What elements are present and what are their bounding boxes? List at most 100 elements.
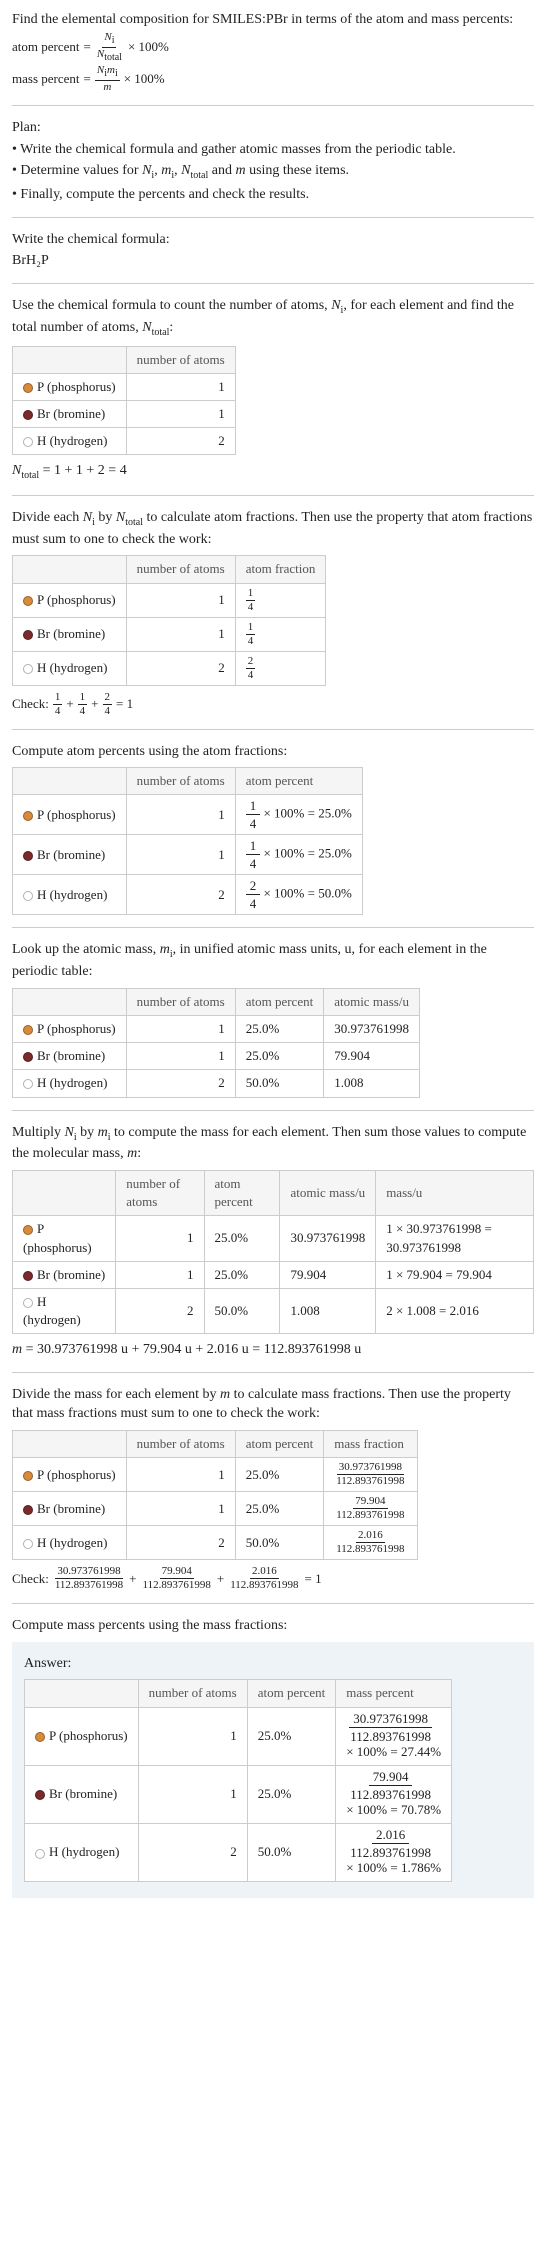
element-cell: H (hydrogen) bbox=[13, 1070, 127, 1097]
plan-title: Plan: bbox=[12, 118, 534, 138]
table-row: P (phosphorus)125.0%30.973761998112.8937… bbox=[13, 1458, 418, 1492]
table-row: Br (bromine)114 bbox=[13, 617, 326, 651]
table-row: P (phosphorus)125.0%30.9737619981 × 30.9… bbox=[13, 1216, 534, 1261]
element-cell: P (phosphorus) bbox=[13, 1458, 127, 1492]
element-swatch bbox=[23, 383, 33, 393]
element-cell: Br (bromine) bbox=[13, 617, 127, 651]
element-swatch bbox=[23, 664, 33, 674]
plan-bullet-2: • Determine values for Ni, mi, Ntotal an… bbox=[12, 161, 534, 183]
table-row: P (phosphorus)125.0%30.973761998112.8937… bbox=[25, 1707, 452, 1765]
mass-fractions-section: Divide the mass for each element by m to… bbox=[12, 1385, 534, 1591]
table-row: P (phosphorus)125.0%30.973761998 bbox=[13, 1016, 420, 1043]
element-swatch bbox=[35, 1849, 45, 1859]
element-cell: Br (bromine) bbox=[13, 835, 127, 875]
table-row: H (hydrogen)250.0%1.0082 × 1.008 = 2.016 bbox=[13, 1288, 534, 1333]
divider bbox=[12, 495, 534, 496]
element-swatch bbox=[23, 1539, 33, 1549]
element-cell: H (hydrogen) bbox=[25, 1823, 139, 1881]
chem-formula-value: BrH₂P bbox=[12, 251, 534, 271]
divider bbox=[12, 1603, 534, 1604]
element-swatch bbox=[23, 630, 33, 640]
atomic-mass-section: Look up the atomic mass, mi, in unified … bbox=[12, 940, 534, 1097]
element-swatch bbox=[23, 891, 33, 901]
element-cell: P (phosphorus) bbox=[13, 373, 127, 400]
count-atoms-text: Use the chemical formula to count the nu… bbox=[12, 296, 534, 340]
divider bbox=[12, 1372, 534, 1373]
element-cell: P (phosphorus) bbox=[13, 795, 127, 835]
plan-section: Plan: • Write the chemical formula and g… bbox=[12, 118, 534, 205]
chem-formula-section: Write the chemical formula: BrH₂P bbox=[12, 230, 534, 271]
element-swatch bbox=[23, 1052, 33, 1062]
table-row: Br (bromine)125.0%79.904 bbox=[13, 1043, 420, 1070]
table-row: P (phosphorus)114 bbox=[13, 583, 326, 617]
element-swatch bbox=[23, 410, 33, 420]
table-row: Br (bromine)125.0%79.904112.893761998 bbox=[13, 1492, 418, 1526]
element-cell: P (phosphorus) bbox=[13, 1016, 127, 1043]
element-swatch bbox=[23, 811, 33, 821]
m-total-eq: m = 30.973761998 u + 79.904 u + 2.016 u … bbox=[12, 1340, 534, 1360]
element-swatch bbox=[23, 1298, 33, 1308]
mass-fractions-check: Check: 30.973761998112.893761998 + 79.90… bbox=[12, 1566, 534, 1591]
element-swatch bbox=[35, 1732, 45, 1742]
n-atoms: 1 bbox=[126, 373, 235, 400]
divider bbox=[12, 105, 534, 106]
element-swatch bbox=[23, 1225, 33, 1235]
plan-bullet-3: • Finally, compute the percents and chec… bbox=[12, 185, 534, 205]
table-row: Br (bromine)125.0%79.904112.893761998× 1… bbox=[25, 1765, 452, 1823]
table-row: P (phosphorus)114 × 100% = 25.0% bbox=[13, 795, 363, 835]
element-swatch bbox=[23, 1471, 33, 1481]
table-row: H (hydrogen)224 × 100% = 50.0% bbox=[13, 875, 363, 915]
table-row: P (phosphorus)1 bbox=[13, 373, 236, 400]
element-swatch bbox=[23, 437, 33, 447]
intro-text: Find the elemental composition for SMILE… bbox=[12, 10, 534, 30]
element-cell: P (phosphorus) bbox=[13, 1216, 116, 1261]
table-row: H (hydrogen)250.0%1.008 bbox=[13, 1070, 420, 1097]
element-swatch bbox=[23, 1079, 33, 1089]
table-row: Br (bromine)125.0%79.9041 × 79.904 = 79.… bbox=[13, 1261, 534, 1288]
count-atoms-section: Use the chemical formula to count the nu… bbox=[12, 296, 534, 483]
atom-percents-section: Compute atom percents using the atom fra… bbox=[12, 742, 534, 916]
element-swatch bbox=[23, 596, 33, 606]
atom-fractions-check: Check: 14 + 14 + 24 = 1 bbox=[12, 692, 534, 717]
table-row: H (hydrogen)250.0%2.016112.893761998 bbox=[13, 1526, 418, 1560]
divider bbox=[12, 1110, 534, 1111]
table-row: H (hydrogen)2 bbox=[13, 428, 236, 455]
element-cell: Br (bromine) bbox=[13, 400, 127, 427]
element-cell: Br (bromine) bbox=[13, 1261, 116, 1288]
element-cell: H (hydrogen) bbox=[13, 428, 127, 455]
fraction: Nimi m bbox=[95, 65, 120, 93]
divider bbox=[12, 217, 534, 218]
element-swatch bbox=[23, 1271, 33, 1281]
atom-percents-table: number of atomsatom percent P (phosphoru… bbox=[12, 767, 363, 915]
divider bbox=[12, 729, 534, 730]
n-atoms: 1 bbox=[126, 400, 235, 427]
element-cell: H (hydrogen) bbox=[13, 1526, 127, 1560]
element-cell: Br (bromine) bbox=[13, 1492, 127, 1526]
mass-fractions-text: Divide the mass for each element by m to… bbox=[12, 1385, 534, 1424]
molecular-mass-table: number of atomsatom percentatomic mass/u… bbox=[12, 1170, 534, 1334]
atomic-mass-table: number of atomsatom percentatomic mass/u… bbox=[12, 988, 420, 1098]
divider bbox=[12, 283, 534, 284]
ntotal-eq: Ntotal = 1 + 1 + 2 = 4 bbox=[12, 461, 534, 483]
table-row: Br (bromine)1 bbox=[13, 400, 236, 427]
divider bbox=[12, 927, 534, 928]
mass-fractions-table: number of atomsatom percentmass fraction… bbox=[12, 1430, 418, 1560]
element-swatch bbox=[35, 1790, 45, 1800]
intro-section: Find the elemental composition for SMILE… bbox=[12, 10, 534, 93]
fraction: Ni Ntotal bbox=[95, 32, 124, 63]
plan-bullet-1: • Write the chemical formula and gather … bbox=[12, 140, 534, 160]
element-cell: Br (bromine) bbox=[25, 1765, 139, 1823]
table-row: H (hydrogen)250.0%2.016112.893761998× 10… bbox=[25, 1823, 452, 1881]
atom-fractions-section: Divide each Ni by Ntotal to calculate at… bbox=[12, 508, 534, 717]
mass-percents-text: Compute mass percents using the mass fra… bbox=[12, 1616, 534, 1636]
element-cell: H (hydrogen) bbox=[13, 1288, 116, 1333]
element-cell: P (phosphorus) bbox=[13, 583, 127, 617]
atom-fractions-text: Divide each Ni by Ntotal to calculate at… bbox=[12, 508, 534, 549]
n-atoms: 2 bbox=[126, 428, 235, 455]
molecular-mass-text: Multiply Ni by mi to compute the mass fo… bbox=[12, 1123, 534, 1164]
mass-percent-formula: mass percent = Nimi m × 100% bbox=[12, 65, 534, 93]
mass-percents-section: Compute mass percents using the mass fra… bbox=[12, 1616, 534, 1898]
atomic-mass-text: Look up the atomic mass, mi, in unified … bbox=[12, 940, 534, 981]
answer-label: Answer: bbox=[24, 1654, 522, 1674]
element-cell: P (phosphorus) bbox=[25, 1707, 139, 1765]
